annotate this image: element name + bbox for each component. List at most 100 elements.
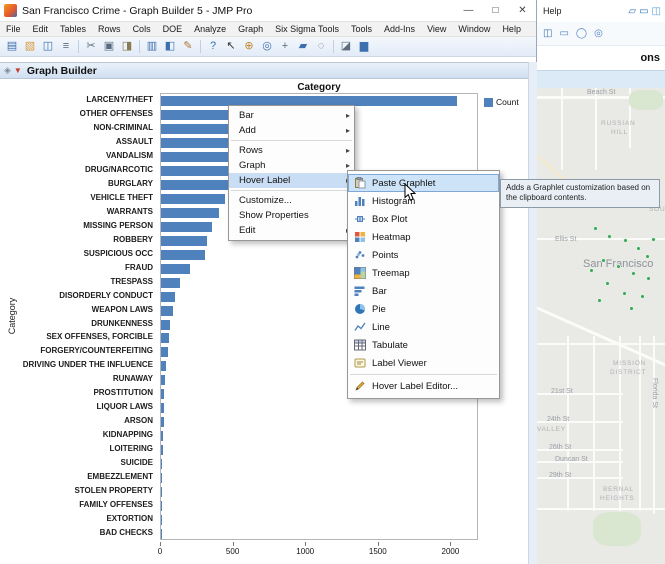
menu-analyze[interactable]: Analyze: [188, 22, 232, 37]
window-tile-icon[interactable]: ▱: [628, 6, 636, 17]
submenu-item-treemap[interactable]: Treemap: [348, 264, 499, 282]
chart-icon[interactable]: ▆: [355, 37, 373, 56]
submenu-item-label-viewer[interactable]: Label Viewer: [348, 354, 499, 372]
category-label[interactable]: LIQUOR LAWS: [0, 401, 153, 413]
bar-missing-person[interactable]: [161, 221, 212, 232]
category-label[interactable]: DRUNKENNESS: [0, 318, 153, 330]
save-icon[interactable]: ◫: [543, 28, 552, 39]
menu-view[interactable]: View: [421, 22, 452, 37]
submenu-item-heatmap[interactable]: Heatmap: [348, 228, 499, 246]
category-label[interactable]: VANDALISM: [0, 150, 153, 162]
annotate-icon[interactable]: ◪: [337, 37, 355, 56]
category-label[interactable]: EXTORTION: [0, 513, 153, 525]
close-button[interactable]: ✕: [509, 5, 536, 16]
category-label[interactable]: PROSTITUTION: [0, 387, 153, 399]
category-label[interactable]: STOLEN PROPERTY: [0, 485, 153, 497]
menu-item-hover-label[interactable]: Hover Label▸: [229, 173, 354, 188]
copy-icon[interactable]: ▣: [100, 37, 118, 56]
category-label[interactable]: OTHER OFFENSES: [0, 108, 153, 120]
disclosure-icon[interactable]: ◈: [4, 63, 11, 78]
category-label[interactable]: DRUG/NARCOTIC: [0, 164, 153, 176]
paste-icon[interactable]: ◨: [118, 37, 136, 56]
bar-runaway[interactable]: [161, 375, 166, 386]
minimize-button[interactable]: —: [455, 5, 482, 16]
menu-help[interactable]: Help: [543, 6, 562, 16]
help-icon[interactable]: ?: [204, 37, 222, 56]
x-axis[interactable]: 0 500 1000 1500 2000: [158, 542, 478, 560]
category-label[interactable]: BURGLARY: [0, 178, 153, 190]
bar-vehicle-theft[interactable]: [161, 193, 225, 204]
menu-window[interactable]: Window: [452, 22, 496, 37]
menu-item-graph[interactable]: Graph ▸: [229, 158, 354, 173]
bar-driving-under-the-influence[interactable]: [161, 361, 167, 372]
window-list-icon[interactable]: ◫: [652, 6, 661, 17]
category-label[interactable]: DISORDERLY CONDUCT: [0, 290, 153, 302]
menu-six-sigma-tools[interactable]: Six Sigma Tools: [269, 22, 345, 37]
submenu-item-box-plot[interactable]: Box Plot: [348, 210, 499, 228]
menu-graph[interactable]: Graph: [232, 22, 269, 37]
print-icon[interactable]: ≡: [57, 37, 75, 56]
open-icon[interactable]: ▧: [21, 37, 39, 56]
bar-disorderly-conduct[interactable]: [161, 291, 175, 302]
window-cascade-icon[interactable]: ▭: [639, 6, 648, 17]
submenu-item-hover-label-editor[interactable]: Hover Label Editor...: [348, 377, 499, 395]
crosshair-tool-icon[interactable]: +: [276, 37, 294, 56]
submenu-item-bar[interactable]: Bar: [348, 282, 499, 300]
menu-item-show-properties[interactable]: Show Properties: [229, 208, 354, 223]
red-triangle-menu-icon[interactable]: ▼: [14, 63, 22, 78]
bar-fraud[interactable]: [161, 263, 191, 274]
category-label[interactable]: SUSPICIOUS OCC: [0, 248, 153, 260]
maximize-button[interactable]: □: [482, 5, 509, 16]
category-label[interactable]: EMBEZZLEMENT: [0, 471, 153, 483]
category-label[interactable]: MISSING PERSON: [0, 220, 153, 232]
menu-add-ins[interactable]: Add-Ins: [378, 22, 421, 37]
menu-item-rows[interactable]: Rows ▸: [229, 143, 354, 158]
bar-burglary[interactable]: [161, 179, 228, 190]
brush-tool-icon[interactable]: ▰: [294, 37, 312, 56]
save-icon[interactable]: ◫: [39, 37, 57, 56]
bar-loitering[interactable]: [161, 445, 163, 456]
menu-item-bar[interactable]: Bar ▸: [229, 108, 354, 123]
menu-tables[interactable]: Tables: [54, 22, 92, 37]
bar-kidnapping[interactable]: [161, 431, 164, 442]
menu-doe[interactable]: DOE: [157, 22, 189, 37]
category-label[interactable]: SUICIDE: [0, 457, 153, 469]
bar-trespass[interactable]: [161, 277, 180, 288]
category-label[interactable]: DRIVING UNDER THE INFLUENCE: [0, 359, 153, 371]
circle-shape-icon[interactable]: ◯: [576, 28, 587, 39]
bar-family-offenses[interactable]: [161, 501, 163, 512]
menu-cols[interactable]: Cols: [127, 22, 157, 37]
arrow-tool-icon[interactable]: ↖: [222, 37, 240, 56]
category-label[interactable]: VEHICLE THEFT: [0, 192, 153, 204]
bar-bad-checks[interactable]: [161, 529, 162, 540]
category-label[interactable]: FRAUD: [0, 262, 153, 274]
script-icon[interactable]: ✎: [179, 37, 197, 56]
category-label[interactable]: FORGERY/COUNTERFEITING: [0, 345, 153, 357]
menu-rows[interactable]: Rows: [92, 22, 127, 37]
bar-warrants[interactable]: [161, 207, 220, 218]
bar-drug-narcotic[interactable]: [161, 165, 236, 176]
bar-weapon-laws[interactable]: [161, 305, 174, 316]
category-label[interactable]: ASSAULT: [0, 136, 153, 148]
bar-stolen-property[interactable]: [161, 487, 163, 498]
category-label[interactable]: FAMILY OFFENSES: [0, 499, 153, 511]
bar-prostitution[interactable]: [161, 389, 165, 400]
category-label[interactable]: BAD CHECKS: [0, 527, 153, 539]
category-label[interactable]: LARCENY/THEFT: [0, 94, 153, 106]
legend-swatch[interactable]: [484, 97, 493, 107]
zoom-tool-icon[interactable]: ◎: [258, 37, 276, 56]
bar-arson[interactable]: [161, 417, 164, 428]
category-label[interactable]: SEX OFFENSES, FORCIBLE: [0, 331, 153, 343]
bar-embezzlement[interactable]: [161, 473, 163, 484]
submenu-item-paste-graphlet[interactable]: Paste Graphlet: [348, 174, 499, 192]
category-label[interactable]: TRESPASS: [0, 276, 153, 288]
cut-icon[interactable]: ✂: [82, 37, 100, 56]
background-map-window[interactable]: Help ▱ ▭ ◫ ◫ ▭ ◯ ◎ ons Beach St RUSSIAN HILL SOU…: [537, 0, 665, 564]
category-label[interactable]: LOITERING: [0, 443, 153, 455]
bar-forgery-counterfeiting[interactable]: [161, 347, 168, 358]
rect-shape-icon[interactable]: ▭: [559, 28, 568, 39]
san-francisco-map[interactable]: Beach St RUSSIAN HILL SOU Ellis St San Franci…: [537, 88, 665, 564]
menu-help[interactable]: Help: [496, 22, 527, 37]
category-label[interactable]: RUNAWAY: [0, 373, 153, 385]
submenu-item-histogram[interactable]: Histogram: [348, 192, 499, 210]
